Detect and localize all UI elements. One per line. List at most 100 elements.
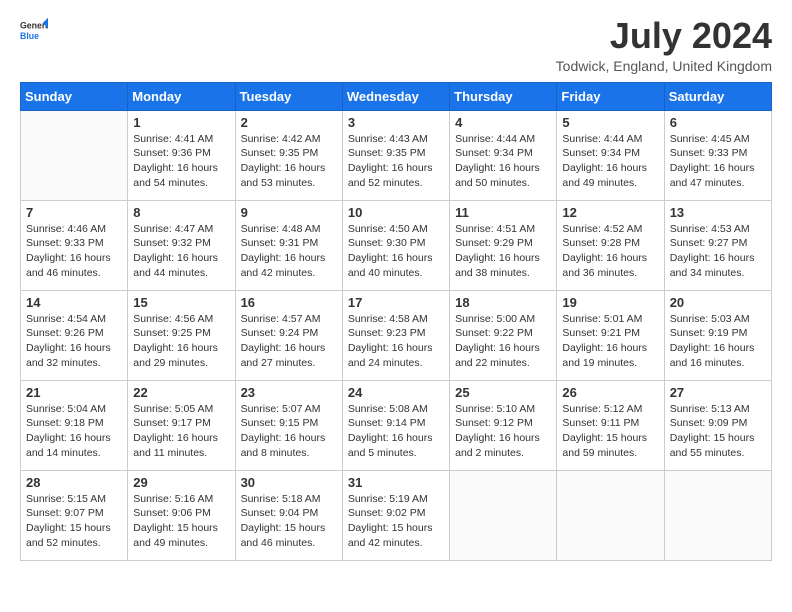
day-number: 3 — [348, 115, 444, 130]
day-info: Sunrise: 4:47 AMSunset: 9:32 PMDaylight:… — [133, 222, 229, 281]
calendar-day-cell: 16 Sunrise: 4:57 AMSunset: 9:24 PMDayligh… — [235, 290, 342, 380]
day-number: 26 — [562, 385, 658, 400]
calendar-day-cell — [21, 110, 128, 200]
calendar-day-cell: 14Sunrise: 4:54 AMSunset: 9:26 PMDayligh… — [21, 290, 128, 380]
day-number: 5 — [562, 115, 658, 130]
day-info: Sunrise: 4:57 AMSunset: 9:24 PMDaylight:… — [241, 312, 337, 371]
day-number: 10 — [348, 205, 444, 220]
calendar-body: 1 Sunrise: 4:41 AMSunset: 9:36 PMDaylight… — [21, 110, 772, 560]
day-info: Sunrise: 4:58 AMSunset: 9:23 PMDaylight:… — [348, 312, 444, 371]
calendar-week-row: 21 Sunrise: 5:04 AMSunset: 9:18 PMDayligh… — [21, 380, 772, 470]
day-info: Sunrise: 5:15 AMSunset: 9:07 PMDaylight:… — [26, 492, 122, 551]
calendar-day-cell: 23Sunrise: 5:07 AMSunset: 9:15 PMDayligh… — [235, 380, 342, 470]
calendar-day-cell: 17 Sunrise: 4:58 AMSunset: 9:23 PMDayligh… — [342, 290, 449, 380]
day-number: 19 — [562, 295, 658, 310]
day-number: 29 — [133, 475, 229, 490]
day-info: Sunrise: 5:04 AMSunset: 9:18 PMDaylight:… — [26, 402, 122, 461]
calendar-day-cell: 4Sunrise: 4:44 AMSunset: 9:34 PMDaylight… — [450, 110, 557, 200]
day-of-week-header: Tuesday — [235, 82, 342, 110]
calendar-day-cell: 9 Sunrise: 4:48 AMSunset: 9:31 PMDaylight… — [235, 200, 342, 290]
title-area: July 2024 Todwick, England, United Kingd… — [556, 16, 772, 74]
day-info: Sunrise: 4:48 AMSunset: 9:31 PMDaylight:… — [241, 222, 337, 281]
calendar-day-cell: 24Sunrise: 5:08 AMSunset: 9:14 PMDayligh… — [342, 380, 449, 470]
calendar-day-cell — [557, 470, 664, 560]
calendar-day-cell: 18Sunrise: 5:00 AMSunset: 9:22 PMDayligh… — [450, 290, 557, 380]
day-info: Sunrise: 4:56 AMSunset: 9:25 PMDaylight:… — [133, 312, 229, 371]
day-info: Sunrise: 5:03 AMSunset: 9:19 PMDaylight:… — [670, 312, 766, 371]
day-number: 1 — [133, 115, 229, 130]
day-info: Sunrise: 4:42 AMSunset: 9:35 PMDaylight:… — [241, 132, 337, 191]
calendar-table: SundayMondayTuesdayWednesdayThursdayFrid… — [20, 82, 772, 561]
calendar-day-cell: 6 Sunrise: 4:45 AMSunset: 9:33 PMDaylight… — [664, 110, 771, 200]
day-info: Sunrise: 5:05 AMSunset: 9:17 PMDaylight:… — [133, 402, 229, 461]
calendar-day-cell: 26 Sunrise: 5:12 AMSunset: 9:11 PMDayligh… — [557, 380, 664, 470]
day-info: Sunrise: 5:19 AMSunset: 9:02 PMDaylight:… — [348, 492, 444, 551]
calendar-day-cell: 7Sunrise: 4:46 AMSunset: 9:33 PMDaylight… — [21, 200, 128, 290]
calendar-header: SundayMondayTuesdayWednesdayThursdayFrid… — [21, 82, 772, 110]
day-info: Sunrise: 4:44 AMSunset: 9:34 PMDaylight:… — [562, 132, 658, 191]
day-number: 14 — [26, 295, 122, 310]
calendar-day-cell: 30 Sunrise: 5:18 AMSunset: 9:04 PMDayligh… — [235, 470, 342, 560]
day-number: 9 — [241, 205, 337, 220]
day-info: Sunrise: 5:10 AMSunset: 9:12 PMDaylight:… — [455, 402, 551, 461]
calendar-day-cell: 20 Sunrise: 5:03 AMSunset: 9:19 PMDayligh… — [664, 290, 771, 380]
day-number: 2 — [241, 115, 337, 130]
logo: General Blue — [20, 16, 48, 44]
day-number: 18 — [455, 295, 551, 310]
day-info: Sunrise: 5:12 AMSunset: 9:11 PMDaylight:… — [562, 402, 658, 461]
month-title: July 2024 — [556, 16, 772, 56]
day-number: 17 — [348, 295, 444, 310]
day-number: 6 — [670, 115, 766, 130]
day-info: Sunrise: 5:01 AMSunset: 9:21 PMDaylight:… — [562, 312, 658, 371]
calendar-day-cell: 13 Sunrise: 4:53 AMSunset: 9:27 PMDayligh… — [664, 200, 771, 290]
calendar-day-cell: 12 Sunrise: 4:52 AMSunset: 9:28 PMDayligh… — [557, 200, 664, 290]
day-info: Sunrise: 4:52 AMSunset: 9:28 PMDaylight:… — [562, 222, 658, 281]
day-number: 25 — [455, 385, 551, 400]
calendar-day-cell — [664, 470, 771, 560]
day-number: 12 — [562, 205, 658, 220]
day-number: 20 — [670, 295, 766, 310]
header: General Blue July 2024 Todwick, England,… — [20, 16, 772, 74]
calendar-day-cell — [450, 470, 557, 560]
day-info: Sunrise: 5:18 AMSunset: 9:04 PMDaylight:… — [241, 492, 337, 551]
calendar-day-cell: 22 Sunrise: 5:05 AMSunset: 9:17 PMDayligh… — [128, 380, 235, 470]
day-number: 11 — [455, 205, 551, 220]
day-number: 28 — [26, 475, 122, 490]
day-info: Sunrise: 4:41 AMSunset: 9:36 PMDaylight:… — [133, 132, 229, 191]
day-of-week-header: Friday — [557, 82, 664, 110]
calendar-day-cell: 10Sunrise: 4:50 AMSunset: 9:30 PMDayligh… — [342, 200, 449, 290]
days-of-week-row: SundayMondayTuesdayWednesdayThursdayFrid… — [21, 82, 772, 110]
day-number: 15 — [133, 295, 229, 310]
location: Todwick, England, United Kingdom — [556, 58, 772, 74]
day-number: 30 — [241, 475, 337, 490]
calendar-day-cell: 5 Sunrise: 4:44 AMSunset: 9:34 PMDaylight… — [557, 110, 664, 200]
calendar-week-row: 14Sunrise: 4:54 AMSunset: 9:26 PMDayligh… — [21, 290, 772, 380]
day-info: Sunrise: 4:53 AMSunset: 9:27 PMDaylight:… — [670, 222, 766, 281]
calendar-day-cell: 11Sunrise: 4:51 AMSunset: 9:29 PMDayligh… — [450, 200, 557, 290]
day-info: Sunrise: 4:45 AMSunset: 9:33 PMDaylight:… — [670, 132, 766, 191]
day-number: 31 — [348, 475, 444, 490]
calendar-day-cell: 15 Sunrise: 4:56 AMSunset: 9:25 PMDayligh… — [128, 290, 235, 380]
calendar-day-cell: 19 Sunrise: 5:01 AMSunset: 9:21 PMDayligh… — [557, 290, 664, 380]
day-number: 13 — [670, 205, 766, 220]
day-info: Sunrise: 5:07 AMSunset: 9:15 PMDaylight:… — [241, 402, 337, 461]
calendar-week-row: 1 Sunrise: 4:41 AMSunset: 9:36 PMDaylight… — [21, 110, 772, 200]
day-number: 22 — [133, 385, 229, 400]
day-number: 27 — [670, 385, 766, 400]
calendar-day-cell: 25 Sunrise: 5:10 AMSunset: 9:12 PMDayligh… — [450, 380, 557, 470]
day-number: 4 — [455, 115, 551, 130]
day-info: Sunrise: 5:08 AMSunset: 9:14 PMDaylight:… — [348, 402, 444, 461]
calendar-day-cell: 31 Sunrise: 5:19 AMSunset: 9:02 PMDayligh… — [342, 470, 449, 560]
calendar-day-cell: 3 Sunrise: 4:43 AMSunset: 9:35 PMDaylight… — [342, 110, 449, 200]
calendar-day-cell: 21 Sunrise: 5:04 AMSunset: 9:18 PMDayligh… — [21, 380, 128, 470]
logo-icon: General Blue — [20, 16, 48, 44]
calendar-day-cell: 2 Sunrise: 4:42 AMSunset: 9:35 PMDaylight… — [235, 110, 342, 200]
day-info: Sunrise: 4:46 AMSunset: 9:33 PMDaylight:… — [26, 222, 122, 281]
day-info: Sunrise: 4:43 AMSunset: 9:35 PMDaylight:… — [348, 132, 444, 191]
calendar-day-cell: 28 Sunrise: 5:15 AMSunset: 9:07 PMDayligh… — [21, 470, 128, 560]
day-info: Sunrise: 5:13 AMSunset: 9:09 PMDaylight:… — [670, 402, 766, 461]
day-number: 16 — [241, 295, 337, 310]
day-number: 21 — [26, 385, 122, 400]
svg-text:Blue: Blue — [20, 31, 39, 41]
day-of-week-header: Saturday — [664, 82, 771, 110]
